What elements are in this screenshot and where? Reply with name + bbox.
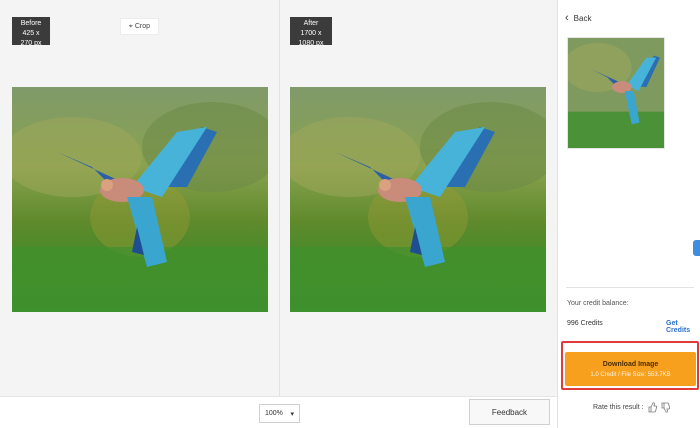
crop-label: Crop [134, 23, 151, 30]
thumbs-up-icon[interactable] [648, 402, 657, 413]
after-image [290, 87, 546, 312]
back-button[interactable]: ‹ Back [565, 12, 591, 24]
rate-label: Rate this result : [593, 404, 644, 411]
download-sublabel: 1.0 Credit / File Size: 553.7KB [590, 371, 671, 378]
chevron-down-icon: ▾ [290, 410, 294, 418]
before-image [12, 87, 268, 312]
panel-divider [279, 0, 280, 428]
credit-balance-label: Your credit balance: [567, 300, 629, 307]
get-credits-link[interactable]: Get Credits [666, 320, 700, 334]
before-label: Before [20, 20, 42, 27]
sidebar-separator [566, 287, 694, 288]
after-dimensions: 1700 x 1080 px [298, 30, 324, 47]
before-dimensions: 425 x 270 px [20, 30, 42, 47]
thumbs-down-icon[interactable] [661, 402, 670, 413]
zoom-select[interactable]: 100% ▾ [259, 404, 300, 423]
credit-count: 996 Credits [567, 320, 603, 327]
rate-row: Rate this result : [593, 402, 670, 413]
crop-icon: ⌖ [128, 22, 133, 30]
zoom-value: 100% [265, 410, 283, 417]
side-tab-handle[interactable] [693, 240, 700, 256]
crop-button[interactable]: ⌖ Crop [120, 18, 159, 35]
before-tag: Before 425 x 270 px [12, 17, 50, 47]
feedback-label: Feedback [491, 407, 528, 417]
result-thumbnail [567, 37, 665, 149]
back-label: Back [573, 13, 592, 23]
download-label: Download Image [602, 360, 659, 368]
download-image-button[interactable]: Download Image 1.0 Credit / File Size: 5… [565, 352, 696, 386]
after-tag: After 1700 x 1080 px [290, 17, 332, 47]
after-label: After [303, 20, 319, 27]
chevron-left-icon: ‹ [565, 12, 569, 24]
feedback-button[interactable]: Feedback [469, 399, 550, 425]
